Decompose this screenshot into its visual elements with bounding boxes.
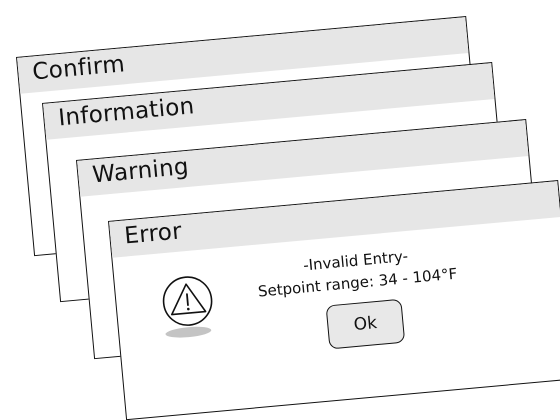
warning-title: Warning <box>91 153 190 189</box>
error-dialog: Error -Invalid Entry- Setpoint range: 34… <box>108 180 560 420</box>
confirm-title: Confirm <box>31 51 127 86</box>
ok-button[interactable]: Ok <box>325 298 406 350</box>
error-message: -Invalid Entry- Setpoint range: 34 - 104… <box>255 241 458 303</box>
dialog-stack: Confirm Information Warning Error -Inval… <box>0 0 560 420</box>
error-title: Error <box>123 218 183 250</box>
warning-triangle-icon <box>158 270 222 347</box>
information-title: Information <box>57 93 196 132</box>
